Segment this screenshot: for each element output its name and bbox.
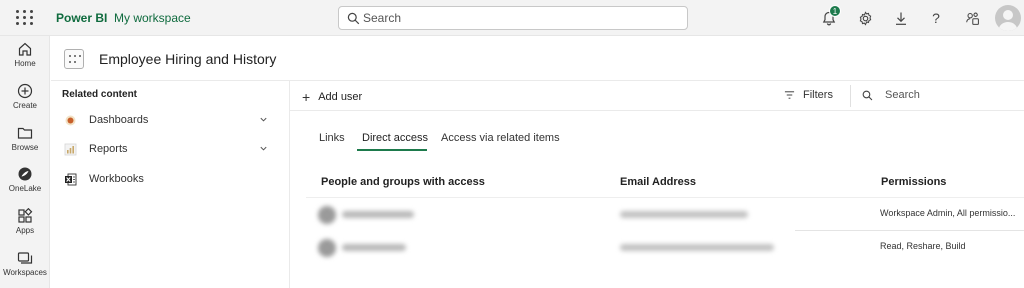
brand-label[interactable]: Power BI [56, 11, 107, 25]
avatar [318, 206, 336, 224]
plus-icon: + [302, 89, 311, 105]
onelake-icon [18, 167, 32, 181]
nav-browse-label: Browse [11, 143, 39, 152]
nav-browse[interactable]: Browse [0, 125, 50, 165]
nav-onelake-label: OneLake [8, 184, 42, 193]
workspace-breadcrumb[interactable]: My workspace [114, 11, 191, 25]
active-tab-indicator [357, 149, 427, 151]
related-content-panel: Related content Dashboards Reports Workb… [51, 81, 290, 288]
nav-create-label: Create [12, 101, 37, 110]
related-item-dashboards[interactable]: Dashboards [51, 109, 289, 133]
excel-icon [65, 173, 77, 186]
add-user-label: Add user [318, 91, 363, 103]
apps-icon [18, 208, 33, 223]
global-search-box[interactable] [338, 6, 688, 30]
dataset-icon [64, 49, 84, 69]
table-row[interactable]: Read, Reshare, Build [290, 230, 1024, 263]
chevron-down-icon[interactable] [259, 144, 268, 153]
nav-workspaces-label: Workspaces [3, 268, 47, 277]
redacted-email [620, 211, 748, 218]
plus-circle-icon [17, 83, 33, 99]
filter-icon [784, 91, 795, 99]
home-icon [18, 42, 32, 56]
table-search-box[interactable] [862, 89, 1005, 101]
share-icon[interactable] [963, 9, 981, 27]
redacted-email [620, 244, 774, 251]
related-item-label: Workbooks [89, 173, 144, 185]
avatar [318, 239, 336, 257]
page-header: Employee Hiring and History [51, 37, 1024, 81]
tab-access-via-related-items[interactable]: Access via related items [441, 132, 560, 144]
nav-home[interactable]: Home [0, 41, 50, 81]
report-icon [64, 143, 77, 156]
table-row[interactable]: Workspace Admin, All permissio... [290, 197, 1024, 230]
chevron-down-icon[interactable] [259, 115, 268, 124]
nav-apps-label: Apps [15, 226, 35, 235]
permissions-cell: Read, Reshare, Build [880, 241, 966, 251]
row-divider [795, 230, 1024, 231]
workspaces-icon [17, 252, 33, 264]
related-content-heading: Related content [62, 89, 138, 100]
search-icon [862, 90, 873, 100]
global-search-input[interactable] [363, 10, 673, 26]
download-icon[interactable] [892, 9, 910, 27]
waffle-icon[interactable] [16, 10, 34, 26]
nav-create[interactable]: Create [0, 83, 50, 123]
help-icon[interactable]: ? [927, 9, 945, 27]
row-divider [306, 197, 1024, 198]
redacted-name [342, 211, 414, 218]
permissions-cell: Workspace Admin, All permissio... [880, 208, 1016, 218]
dashboard-icon [65, 115, 76, 126]
related-item-workbooks[interactable]: Workbooks [51, 168, 289, 192]
toolbar-divider [850, 85, 851, 107]
column-header-permissions[interactable]: Permissions [881, 176, 946, 188]
column-header-email[interactable]: Email Address [620, 176, 696, 188]
related-item-reports[interactable]: Reports [51, 138, 289, 162]
filters-button[interactable]: Filters [784, 89, 833, 101]
gear-icon[interactable] [856, 9, 874, 27]
table-search-input[interactable] [885, 89, 1005, 101]
folder-icon [17, 127, 33, 139]
related-item-label: Dashboards [89, 114, 149, 126]
nav-home-label: Home [14, 59, 36, 68]
search-icon [347, 12, 360, 25]
column-header-people[interactable]: People and groups with access [321, 176, 485, 188]
filters-label: Filters [803, 89, 833, 101]
top-bar: Power BI My workspace 1 ? [0, 0, 1024, 36]
related-item-label: Reports [89, 143, 128, 155]
tab-links[interactable]: Links [319, 132, 345, 144]
add-user-button[interactable]: + Add user [302, 89, 362, 105]
nav-onelake[interactable]: OneLake [0, 166, 50, 206]
avatar[interactable] [995, 5, 1021, 31]
tab-direct-access[interactable]: Direct access [362, 132, 428, 144]
notification-badge: 1 [829, 5, 841, 17]
nav-apps[interactable]: Apps [0, 208, 50, 248]
command-bar: + Add user Filters [290, 81, 1024, 111]
redacted-name [342, 244, 406, 251]
page-title: Employee Hiring and History [99, 51, 277, 67]
nav-workspaces[interactable]: Workspaces [0, 250, 50, 288]
left-navigation: Home Create Browse OneLake Apps Workspac… [0, 36, 50, 288]
